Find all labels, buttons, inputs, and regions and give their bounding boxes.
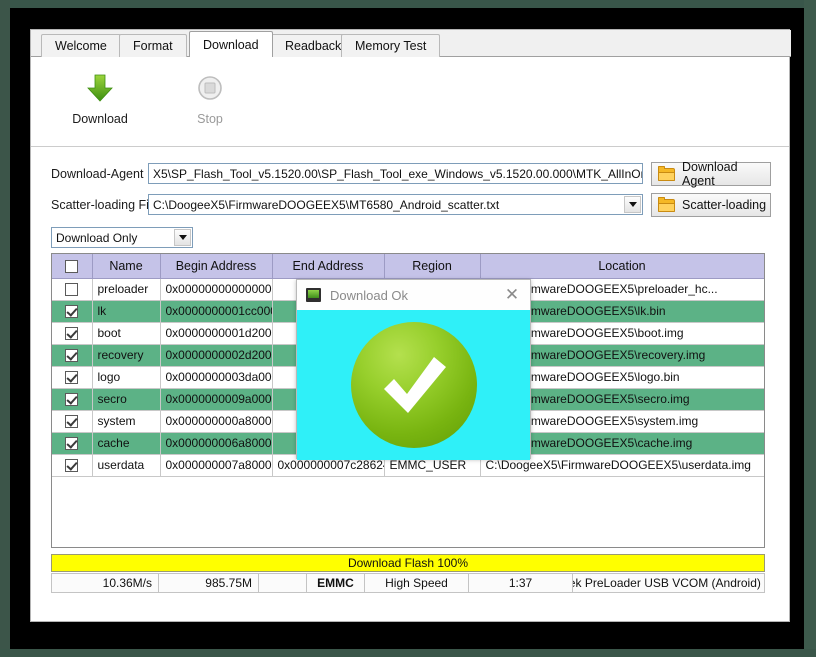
row-checkbox-cell[interactable] [52,322,93,345]
row-checkbox[interactable] [65,459,79,473]
progress-label: Download Flash 100% [347,556,469,570]
tab-format[interactable]: Format [119,34,187,57]
cell-name: recovery [92,344,161,367]
cell-begin-address: 0x0000000000000000 [160,278,273,301]
desktop-frame-bottom [0,649,816,657]
row-checkbox[interactable] [65,349,79,363]
row-checkbox[interactable] [65,437,79,451]
desktop-frame-right [804,0,816,657]
tab-memory-test[interactable]: Memory Test [341,34,441,57]
download-ok-icon [306,288,321,302]
download-button-label: Download [72,112,128,126]
download-mode-value: Download Only [56,231,138,245]
select-all-checkbox[interactable] [65,259,79,273]
row-checkbox-cell[interactable] [52,388,93,411]
cell-begin-address: 0x0000000002d20000 [160,344,273,367]
download-ok-dialog: Download Ok ✕ [296,279,531,460]
scatter-loading-value: C:\DoogeeX5\FirmwareDOOGEEX5\MT6580_Andr… [153,198,500,212]
sp-flash-tool-window: Welcome Format Download Readback Memory … [30,29,791,622]
desktop-frame-left [0,0,10,657]
chevron-down-icon[interactable] [174,229,191,246]
action-toolbar: Download Stop [31,57,789,147]
column-header-begin: Begin Address [160,254,273,279]
cell-name: secro [92,388,161,411]
screenshot-root: Welcome Format Download Readback Memory … [0,0,816,657]
green-down-arrow-icon [87,74,113,106]
cell-name: lk [92,300,161,323]
column-header-location: Location [480,254,764,279]
stop-button-label: Stop [197,112,223,126]
status-port: MediaTek PreLoader USB VCOM (Android) (C… [573,573,765,593]
cell-begin-address: 0x0000000001cc0000 [160,300,273,323]
status-size: 985.75M [159,573,259,593]
cell-begin-address: 0x000000000a800000 [160,410,273,433]
cell-begin-address: 0x000000007a800000 [160,454,273,477]
column-header-name: Name [92,254,161,279]
row-checkbox-cell[interactable] [52,366,93,389]
row-checkbox[interactable] [65,283,79,297]
cell-name: logo [92,366,161,389]
cell-begin-address: 0x0000000003da0000 [160,366,273,389]
dialog-title: Download Ok [330,287,409,303]
cell-name: boot [92,322,161,345]
progress-bar: Download Flash 100% [51,554,765,572]
download-button[interactable]: Download [57,74,143,126]
download-agent-label: Download-Agent [51,167,144,181]
status-bar: 10.36M/s 985.75M EMMC High Speed 1:37 Me… [51,573,765,593]
dialog-title-bar: Download Ok ✕ [297,280,530,310]
row-checkbox-cell[interactable] [52,344,93,367]
table-empty-area [52,476,764,477]
row-checkbox-cell[interactable] [52,410,93,433]
status-blank [259,573,307,593]
folder-icon [658,196,675,212]
download-agent-browse-button[interactable]: Download Agent [651,160,771,188]
cell-begin-address: 0x0000000001d20000 [160,322,273,345]
row-checkbox-cell[interactable] [52,278,93,301]
close-icon[interactable]: ✕ [498,282,526,308]
row-checkbox[interactable] [65,327,79,341]
row-checkbox-cell[interactable] [52,454,93,477]
download-mode-combo[interactable]: Download Only [51,227,193,248]
scatter-loading-browse-label: Scatter-loading [682,198,767,212]
dialog-body [297,310,530,460]
tab-welcome[interactable]: Welcome [41,34,121,57]
download-agent-browse-label: Download Agent [682,160,738,188]
scatter-loading-browse-button[interactable]: Scatter-loading [651,193,771,217]
download-page: Download Stop Download-Agent X5\SP_Flash… [31,57,789,621]
cell-name: system [92,410,161,433]
cell-begin-address: 0x0000000009a00000 [160,388,273,411]
stop-button[interactable]: Stop [167,74,253,126]
cell-name: preloader [92,278,161,301]
chevron-down-icon[interactable] [624,196,641,213]
tab-download[interactable]: Download [189,31,273,57]
column-header-region: Region [384,254,481,279]
row-checkbox[interactable] [65,371,79,385]
row-checkbox[interactable] [65,393,79,407]
table-header-row: Name Begin Address End Address Region Lo… [52,254,764,279]
cell-begin-address: 0x000000006a800000 [160,432,273,455]
desktop-frame-top [0,0,816,8]
row-checkbox[interactable] [65,415,79,429]
cell-name: cache [92,432,161,455]
tab-bar: Welcome Format Download Readback Memory … [31,30,791,57]
scatter-loading-label: Scatter-loading File [51,198,159,212]
scatter-loading-combo[interactable]: C:\DoogeeX5\FirmwareDOOGEEX5\MT6580_Andr… [148,194,643,215]
column-header-end: End Address [272,254,385,279]
download-agent-input[interactable]: X5\SP_Flash_Tool_v5.1520.00\SP_Flash_Too… [148,163,643,184]
green-check-circle-icon [350,322,477,448]
row-checkbox[interactable] [65,305,79,319]
stop-circle-icon [197,76,223,106]
status-storage: EMMC [307,573,365,593]
status-time: 1:37 [469,573,573,593]
row-checkbox-cell[interactable] [52,432,93,455]
column-header-checkbox[interactable] [52,254,93,279]
cell-name: userdata [92,454,161,477]
row-checkbox-cell[interactable] [52,300,93,323]
status-mode: High Speed [365,573,469,593]
status-speed: 10.36M/s [51,573,159,593]
folder-icon [658,165,675,181]
